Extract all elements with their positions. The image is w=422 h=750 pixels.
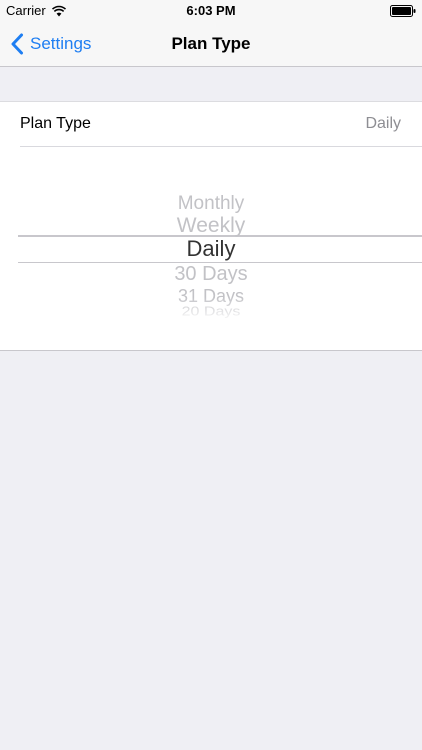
plan-type-value: Daily [365,115,401,132]
navigation-bar: Settings Plan Type [0,22,422,66]
picker-option-30-days[interactable]: 30 Days [0,264,422,284]
picker-option-daily[interactable]: Daily [0,238,422,260]
back-button[interactable]: Settings [10,22,91,66]
top-bar: Carrier 6:03 PM Settings Plan Type [0,0,422,67]
picker-option-weekly[interactable]: Weekly [0,215,422,236]
back-button-label: Settings [30,34,92,53]
battery-icon [390,5,416,17]
status-bar: Carrier 6:03 PM [0,0,422,22]
chevron-left-icon [11,33,23,55]
plan-type-picker[interactable]: Monthly Weekly Daily 30 Days 31 Days 20 … [0,147,422,349]
clock: 6:03 PM [186,3,236,18]
plan-type-label: Plan Type [20,115,91,132]
plan-type-cell[interactable]: Plan Type Daily [0,102,422,147]
picker-option-20-days[interactable]: 20 Days [0,306,422,319]
picker-option-31-days[interactable]: 31 Days [0,287,422,305]
plan-type-section: Plan Type Daily Monthly Weekly Daily 30 … [0,101,422,351]
picker-option-monthly[interactable]: Monthly [0,194,422,213]
